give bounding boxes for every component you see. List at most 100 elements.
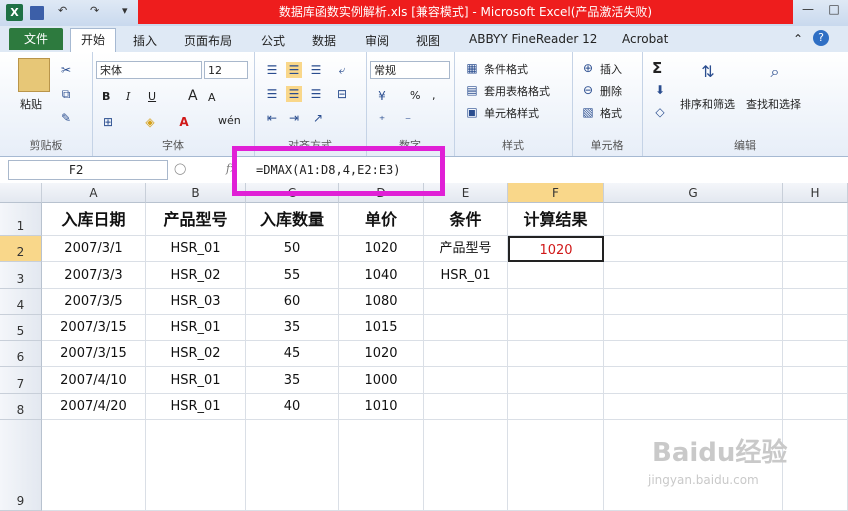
cell-d1[interactable]: 单价 xyxy=(339,203,424,236)
binoculars-icon[interactable]: ⌕ xyxy=(762,60,788,84)
tab-insert[interactable]: 插入 xyxy=(133,32,157,49)
cell-c1[interactable]: 入库数量 xyxy=(246,203,339,236)
bold-button[interactable]: B xyxy=(102,90,110,103)
clear-icon[interactable]: ◇ xyxy=(652,104,668,120)
copy-icon[interactable]: ⧉ xyxy=(58,86,74,102)
cell-d2[interactable]: 1020 xyxy=(339,236,424,262)
cell-f2[interactable]: 1020 xyxy=(508,236,604,262)
cell-e4[interactable] xyxy=(424,289,508,315)
merge-center-icon[interactable]: ⊟ xyxy=(334,86,350,102)
cell-e9[interactable] xyxy=(424,420,508,511)
tab-home[interactable]: 开始 xyxy=(70,28,116,53)
help-icon[interactable]: ? xyxy=(813,30,829,46)
row-header-1[interactable]: 1 xyxy=(0,203,42,236)
minimize-button[interactable]: — xyxy=(796,0,820,18)
cell-f1[interactable]: 计算结果 xyxy=(508,203,604,236)
insert-cells-icon[interactable]: ⊕ xyxy=(580,60,596,76)
name-box[interactable]: F2 xyxy=(8,160,168,180)
cell-g7[interactable] xyxy=(604,367,783,394)
cell-e5[interactable] xyxy=(424,315,508,341)
column-header-f[interactable]: F xyxy=(508,183,604,203)
table-format-icon[interactable]: ▤ xyxy=(464,82,480,98)
phonetic-button[interactable]: wén xyxy=(218,114,241,127)
sort-filter-icon[interactable]: ⇅ xyxy=(696,60,720,84)
orientation-icon[interactable]: ↗ xyxy=(310,110,326,126)
row-header-7[interactable]: 7 xyxy=(0,367,42,394)
currency-icon[interactable]: ¥ xyxy=(374,88,390,104)
cell-f8[interactable] xyxy=(508,394,604,420)
cell-b1[interactable]: 产品型号 xyxy=(146,203,246,236)
cell-styles-icon[interactable]: ▣ xyxy=(464,104,480,120)
row-header-6[interactable]: 6 xyxy=(0,341,42,367)
maximize-button[interactable]: □ xyxy=(822,0,846,18)
align-middle-icon[interactable]: ☰ xyxy=(286,62,302,78)
redo-icon[interactable]: ↷ xyxy=(90,4,99,21)
tab-formulas[interactable]: 公式 xyxy=(261,32,285,49)
font-size-select[interactable]: 12 xyxy=(204,61,248,79)
cell-a7[interactable]: 2007/4/10 xyxy=(42,367,146,394)
percent-button[interactable]: % xyxy=(410,89,420,102)
cell-f3[interactable] xyxy=(508,262,604,289)
shrink-font-button[interactable]: A xyxy=(208,91,216,104)
cell-f7[interactable] xyxy=(508,367,604,394)
font-color-icon[interactable]: A xyxy=(176,114,192,130)
align-right-icon[interactable]: ☰ xyxy=(308,86,324,102)
cell-e8[interactable] xyxy=(424,394,508,420)
cell-a4[interactable]: 2007/3/5 xyxy=(42,289,146,315)
cell-c5[interactable]: 35 xyxy=(246,315,339,341)
cell-h9[interactable] xyxy=(783,420,848,511)
align-left-icon[interactable]: ☰ xyxy=(264,86,280,102)
increase-indent-icon[interactable]: ⇥ xyxy=(286,110,302,126)
cell-e1[interactable]: 条件 xyxy=(424,203,508,236)
cancel-formula-icon[interactable]: ◯ xyxy=(174,162,186,175)
paste-icon[interactable] xyxy=(18,58,50,92)
align-top-icon[interactable]: ☰ xyxy=(264,62,280,78)
cell-h2[interactable] xyxy=(783,236,848,262)
cell-f6[interactable] xyxy=(508,341,604,367)
conditional-format-icon[interactable]: ▦ xyxy=(464,60,480,76)
undo-icon[interactable]: ↶ xyxy=(58,4,67,21)
column-header-b[interactable]: B xyxy=(146,183,246,203)
row-header-5[interactable]: 5 xyxy=(0,315,42,341)
tab-data[interactable]: 数据 xyxy=(312,32,336,49)
insert-cells-button[interactable]: 插入 xyxy=(600,61,622,77)
cell-f9[interactable] xyxy=(508,420,604,511)
cell-d5[interactable]: 1015 xyxy=(339,315,424,341)
cell-e6[interactable] xyxy=(424,341,508,367)
conditional-format-button[interactable]: 条件格式 xyxy=(484,61,528,77)
font-name-select[interactable]: 宋体 xyxy=(96,61,202,79)
cell-c3[interactable]: 55 xyxy=(246,262,339,289)
cell-a1[interactable]: 入库日期 xyxy=(42,203,146,236)
customize-quick-access-icon[interactable]: ▾ xyxy=(122,4,128,21)
cell-e3[interactable]: HSR_01 xyxy=(424,262,508,289)
cell-styles-button[interactable]: 单元格样式 xyxy=(484,105,539,121)
cell-g1[interactable] xyxy=(604,203,783,236)
decrease-indent-icon[interactable]: ⇤ xyxy=(264,110,280,126)
cell-d4[interactable]: 1080 xyxy=(339,289,424,315)
row-header-3[interactable]: 3 xyxy=(0,262,42,289)
increase-decimal-icon[interactable]: ⁺ xyxy=(374,112,390,128)
cell-b4[interactable]: HSR_03 xyxy=(146,289,246,315)
column-header-g[interactable]: G xyxy=(604,183,783,203)
cell-a9[interactable] xyxy=(42,420,146,511)
cell-g8[interactable] xyxy=(604,394,783,420)
cell-g2[interactable] xyxy=(604,236,783,262)
cell-h1[interactable] xyxy=(783,203,848,236)
column-header-a[interactable]: A xyxy=(42,183,146,203)
cell-c4[interactable]: 60 xyxy=(246,289,339,315)
cell-d6[interactable]: 1020 xyxy=(339,341,424,367)
cell-h3[interactable] xyxy=(783,262,848,289)
cell-a2[interactable]: 2007/3/1 xyxy=(42,236,146,262)
cell-b7[interactable]: HSR_01 xyxy=(146,367,246,394)
cell-b9[interactable] xyxy=(146,420,246,511)
autosum-button[interactable]: Σ xyxy=(652,59,662,77)
cell-g4[interactable] xyxy=(604,289,783,315)
cell-h6[interactable] xyxy=(783,341,848,367)
cell-b3[interactable]: HSR_02 xyxy=(146,262,246,289)
cell-b8[interactable]: HSR_01 xyxy=(146,394,246,420)
select-all-corner[interactable] xyxy=(0,183,42,203)
find-select-button[interactable]: 查找和选择 xyxy=(746,96,801,112)
tab-file[interactable]: 文件 xyxy=(9,28,63,50)
cell-d7[interactable]: 1000 xyxy=(339,367,424,394)
cut-icon[interactable]: ✂ xyxy=(58,62,74,78)
